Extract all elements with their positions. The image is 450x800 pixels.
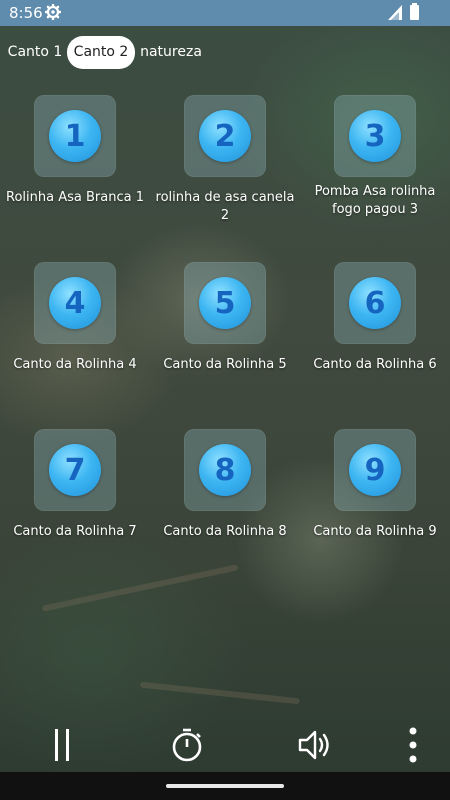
tile-button[interactable]: 1 xyxy=(34,95,116,177)
tile-button[interactable]: 8 xyxy=(184,429,266,511)
tile-button[interactable]: 9 xyxy=(334,429,416,511)
cell-signal-icon xyxy=(388,5,402,20)
tile-label: Canto da Rolinha 6 xyxy=(313,357,437,372)
volume-button[interactable] xyxy=(292,720,336,770)
player-controls xyxy=(0,720,450,772)
tile-label: Canto da Rolinha 5 xyxy=(163,357,287,372)
tile-label: Canto da Rolinha 9 xyxy=(313,524,437,539)
tile-button[interactable]: 6 xyxy=(334,262,416,344)
tab-canto-2[interactable]: Canto 2 xyxy=(67,36,135,69)
tile-button[interactable]: 7 xyxy=(34,429,116,511)
tile-label: Canto da Rolinha 7 xyxy=(13,524,137,539)
tile-number-badge: 4 xyxy=(49,277,101,329)
settings-gear-icon xyxy=(45,4,61,20)
timer-icon xyxy=(172,728,202,762)
background-branch xyxy=(41,564,239,612)
system-navigation-bar xyxy=(0,772,450,800)
tile-label: Canto da Rolinha 4 xyxy=(13,357,137,372)
tile-number-badge: 6 xyxy=(349,277,401,329)
tile-number-badge: 7 xyxy=(49,444,101,496)
tile-number-badge: 3 xyxy=(349,110,401,162)
battery-icon xyxy=(410,3,419,20)
tile-button[interactable]: 3 xyxy=(334,95,416,177)
tab-natureza[interactable]: natureza xyxy=(138,36,204,69)
category-tabs: Canto 1 Canto 2 natureza xyxy=(0,36,450,70)
background-branch xyxy=(140,681,300,705)
home-gesture-handle[interactable] xyxy=(166,784,284,788)
pause-icon xyxy=(55,729,69,761)
tile-button[interactable]: 4 xyxy=(34,262,116,344)
status-bar: 8:56 xyxy=(0,0,450,26)
tile-label: Canto da Rolinha 8 xyxy=(163,524,287,539)
tile-label: Pomba Asa rolinha fogo pagou 3 xyxy=(314,184,436,217)
tile-number-badge: 9 xyxy=(349,444,401,496)
tile-label: rolinha de asa canela 2 xyxy=(155,190,295,223)
more-vertical-icon xyxy=(409,727,417,763)
tile-number-badge: 8 xyxy=(199,444,251,496)
tile-button[interactable]: 2 xyxy=(184,95,266,177)
tab-canto-1[interactable]: Canto 1 xyxy=(4,36,66,69)
status-time: 8:56 xyxy=(9,4,43,22)
tile-number-badge: 5 xyxy=(199,277,251,329)
tile-number-badge: 1 xyxy=(49,110,101,162)
tile-label: Rolinha Asa Branca 1 xyxy=(6,190,144,205)
volume-icon xyxy=(298,730,329,760)
more-options-button[interactable] xyxy=(396,720,430,770)
tile-button[interactable]: 5 xyxy=(184,262,266,344)
pause-button[interactable] xyxy=(40,720,84,770)
timer-button[interactable] xyxy=(166,720,210,770)
tile-number-badge: 2 xyxy=(199,110,251,162)
